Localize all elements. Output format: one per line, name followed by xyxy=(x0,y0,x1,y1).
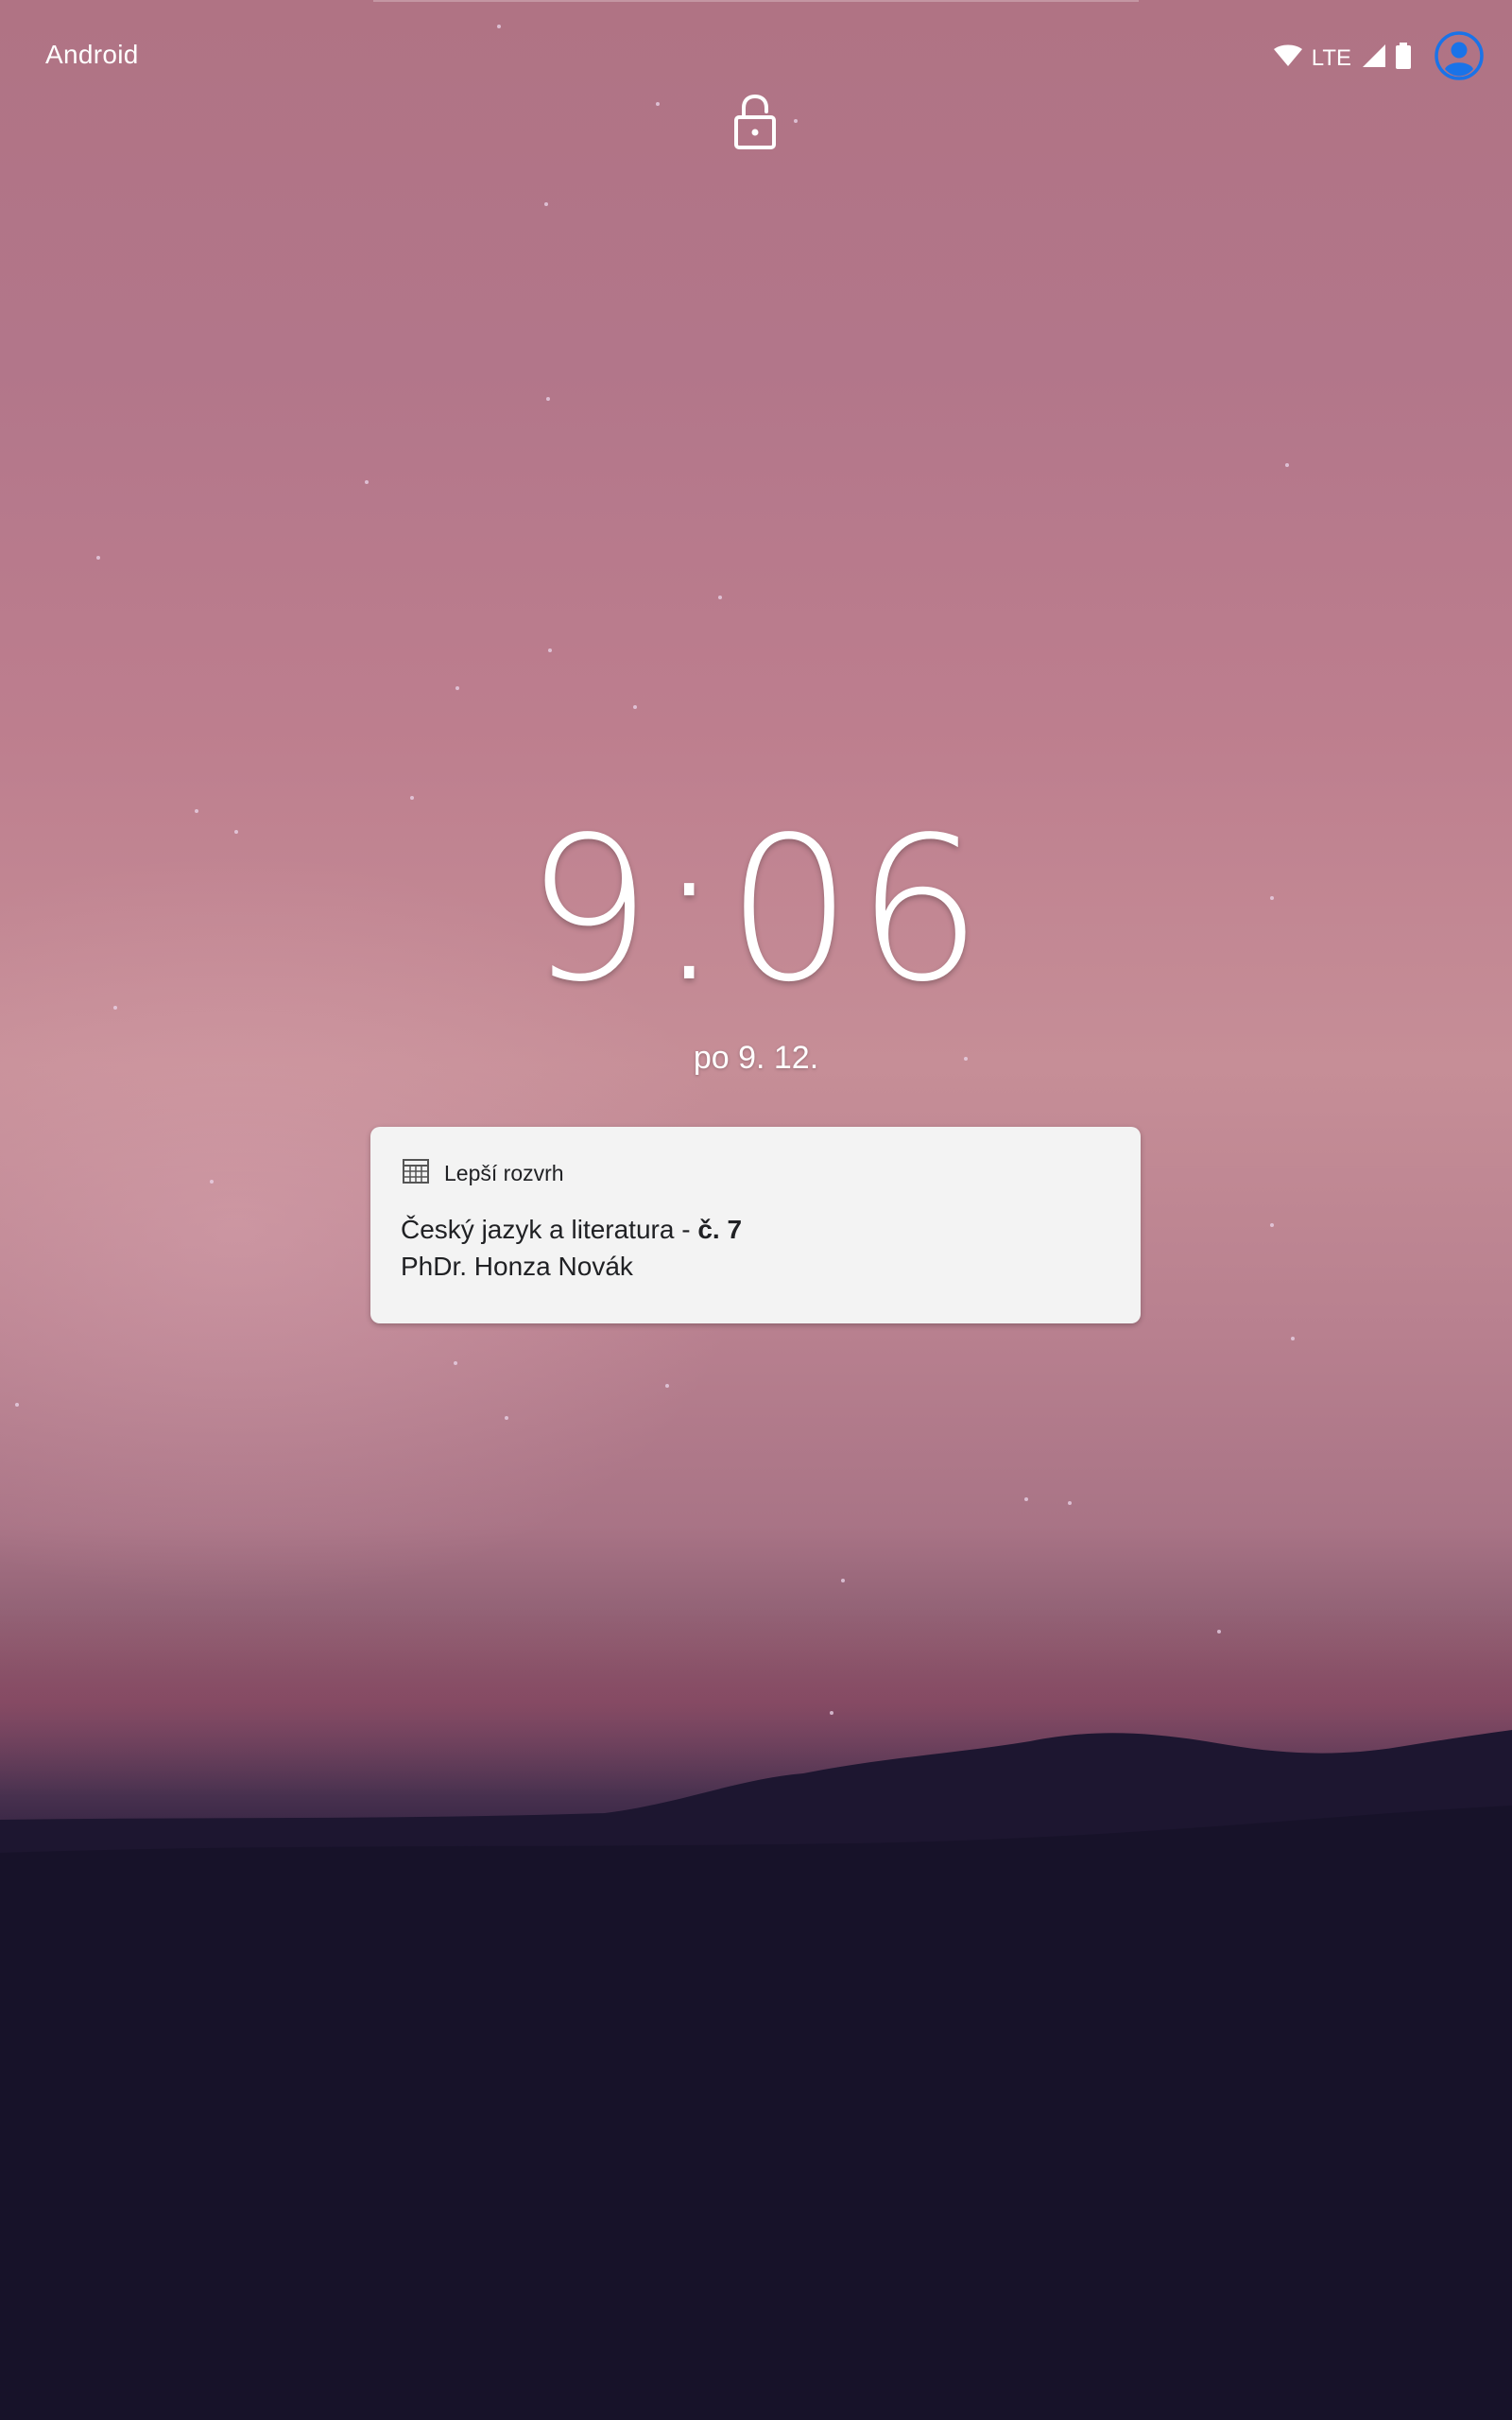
lockscreen: Android LTE 9:06 po 9. 12. Lepší rozvrh … xyxy=(0,0,1512,2420)
notification-title-prefix: Český jazyk a literatura - xyxy=(401,1215,698,1244)
notification-text: PhDr. Honza Novák xyxy=(401,1252,633,1281)
battery-icon xyxy=(1395,43,1412,74)
star xyxy=(544,202,548,206)
star xyxy=(718,596,722,599)
top-edge-line xyxy=(373,0,1139,2)
lockscreen-date: po 9. 12. xyxy=(693,1040,819,1076)
notification-app-name: Lepší rozvrh xyxy=(444,1161,564,1185)
star xyxy=(546,397,550,401)
star xyxy=(841,1579,845,1582)
star xyxy=(96,556,100,560)
star xyxy=(794,119,798,123)
star xyxy=(1024,1497,1028,1501)
star xyxy=(365,480,369,484)
network-type-label: LTE xyxy=(1311,44,1351,71)
grid-calendar-icon xyxy=(403,1159,429,1188)
star xyxy=(656,102,660,106)
carrier-label: Android xyxy=(45,40,139,69)
star xyxy=(505,1416,508,1420)
star xyxy=(210,1180,214,1184)
lock-icon[interactable] xyxy=(733,94,777,149)
star xyxy=(548,648,552,652)
star xyxy=(1285,463,1289,467)
star xyxy=(1068,1501,1072,1505)
star xyxy=(633,705,637,709)
notification-title: Český jazyk a literatura - č. 7 xyxy=(401,1215,742,1245)
star xyxy=(1270,1223,1274,1227)
notification-title-bold: č. 7 xyxy=(697,1215,743,1244)
user-avatar-icon[interactable] xyxy=(1435,31,1484,85)
star xyxy=(1291,1337,1295,1340)
star xyxy=(497,25,501,28)
cell-signal-icon xyxy=(1363,44,1385,72)
star xyxy=(1217,1630,1221,1634)
notification-header: Lepší rozvrh xyxy=(403,1159,564,1188)
star xyxy=(15,1403,19,1407)
star xyxy=(455,686,459,690)
notification-card[interactable]: Lepší rozvrh Český jazyk a literatura - … xyxy=(370,1127,1141,1323)
status-icons: LTE xyxy=(1273,31,1484,85)
lockscreen-clock: 9:06 xyxy=(525,794,987,1026)
wifi-icon xyxy=(1273,44,1302,72)
star xyxy=(454,1361,457,1365)
mountain-silhouette xyxy=(0,1730,1512,2420)
star xyxy=(665,1384,669,1388)
